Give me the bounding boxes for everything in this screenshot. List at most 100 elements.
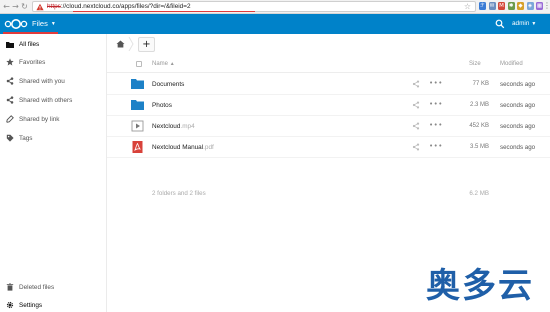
forward-icon[interactable]: → — [11, 1, 20, 13]
table-summary: 2 folders and 2 files 6.2 MB — [107, 183, 550, 203]
url-protocol: https — [47, 3, 61, 10]
table-header: Name ▲ Size Modified — [107, 55, 550, 73]
share-icon — [6, 77, 14, 85]
file-size: 2.3 MB — [469, 102, 489, 108]
table-row[interactable]: Nextcloud Manual.pdf ••• 3.5 MB seconds … — [107, 137, 550, 158]
app-header: Files ▼ admin ▼ — [0, 14, 550, 34]
file-name[interactable]: Photos — [152, 102, 172, 109]
file-name[interactable]: Documents — [152, 81, 184, 88]
watermark: 奥多云 — [426, 266, 534, 306]
nextcloud-logo-icon[interactable] — [4, 18, 28, 30]
file-modified: seconds ago — [500, 102, 536, 109]
file-name-base: Documents — [152, 81, 185, 88]
file-extension: .mp4 — [180, 123, 195, 130]
share-icon[interactable] — [412, 101, 420, 109]
address-bar[interactable]: https://cloud.nextcloud.co/apps/files/?d… — [32, 1, 476, 13]
warning-icon — [36, 3, 44, 11]
video-file-icon — [131, 120, 144, 132]
file-modified: seconds ago — [500, 81, 536, 88]
table-row[interactable]: Nextcloud.mp4 ••• 452 KB seconds ago — [107, 116, 550, 137]
sidebar-item-label: Deleted files — [19, 283, 55, 291]
column-size-header[interactable]: Size — [469, 61, 481, 67]
bookmark-icon[interactable]: ℱ — [479, 2, 486, 10]
app-menu-button[interactable]: Files ▼ — [32, 19, 56, 28]
file-name-base: Photos — [152, 102, 172, 109]
browser-menu-icon[interactable]: ⋮ — [543, 1, 550, 10]
sidebar-item-label: Settings — [19, 301, 43, 309]
more-actions-icon[interactable]: ••• — [429, 100, 443, 108]
folder-icon — [6, 40, 14, 48]
reload-icon[interactable]: ↻ — [20, 1, 29, 13]
gear-icon — [6, 301, 14, 309]
sidebar-item-deleted-files[interactable]: Deleted files — [0, 278, 106, 296]
file-name[interactable]: Nextcloud.mp4 — [152, 123, 195, 130]
sidebar: All files Favorites Shared with you Shar… — [0, 34, 107, 312]
mail-icon[interactable]: ✉ — [488, 2, 496, 10]
caret-down-icon: ▼ — [531, 20, 537, 27]
shield-icon[interactable]: ◆ — [517, 2, 524, 10]
table-row[interactable]: Photos ••• 2.3 MB seconds ago — [107, 95, 550, 116]
folder-icon — [131, 79, 144, 89]
url-highlight — [73, 11, 255, 13]
more-actions-icon[interactable]: ••• — [429, 79, 443, 87]
sidebar-item-label: Shared with others — [19, 96, 73, 104]
gmail-icon[interactable]: M — [498, 2, 505, 10]
select-all-checkbox[interactable] — [136, 61, 142, 67]
share-icon[interactable] — [412, 80, 420, 88]
sidebar-item-label: Shared by link — [19, 115, 60, 123]
user-menu[interactable]: admin ▼ — [512, 20, 536, 27]
column-modified-header[interactable]: Modified — [500, 61, 523, 67]
puzzle-icon[interactable]: ✱ — [507, 2, 515, 10]
folder-icon — [131, 100, 144, 110]
sidebar-item-label: Favorites — [19, 58, 46, 66]
link-icon — [6, 115, 14, 123]
sidebar-item-label: Tags — [19, 134, 33, 142]
sidebar-item-settings[interactable]: Settings — [0, 296, 106, 312]
summary-size: 6.2 MB — [469, 190, 489, 197]
breadcrumb: + — [107, 34, 550, 55]
more-actions-icon[interactable]: ••• — [429, 142, 443, 150]
file-size: 452 KB — [469, 123, 489, 129]
more-actions-icon[interactable]: ••• — [429, 121, 443, 129]
column-name-label: Name — [152, 61, 169, 67]
summary-count: 2 folders and 2 files — [152, 190, 206, 197]
url-text: https://cloud.nextcloud.co/apps/files/?d… — [47, 3, 191, 10]
file-modified: seconds ago — [500, 144, 536, 151]
file-modified: seconds ago — [500, 123, 536, 130]
file-size: 77 KB — [472, 81, 489, 87]
sidebar-item-shared-with-you[interactable]: Shared with you — [0, 72, 106, 90]
back-icon[interactable]: ← — [2, 1, 11, 13]
breadcrumb-separator-icon — [128, 37, 134, 51]
file-size: 3.5 MB — [469, 144, 489, 150]
user-name-label: admin — [512, 20, 530, 27]
dropbox-icon[interactable]: ◈ — [526, 2, 534, 10]
search-icon[interactable] — [495, 19, 505, 29]
sort-arrow-icon: ▲ — [169, 61, 175, 67]
file-name-base: Nextcloud — [152, 123, 181, 130]
file-name-base: Nextcloud Manual — [152, 144, 204, 151]
share-icon[interactable] — [412, 122, 420, 130]
app-name-label: Files — [32, 19, 48, 28]
url-path: ://cloud.nextcloud.co/apps/files/?dir=/&… — [60, 3, 191, 10]
home-icon[interactable] — [116, 40, 125, 48]
new-file-button[interactable]: + — [138, 37, 155, 52]
star-icon — [6, 58, 14, 66]
file-name[interactable]: Nextcloud Manual.pdf — [152, 144, 214, 151]
column-name-header[interactable]: Name ▲ — [152, 61, 175, 67]
grid-icon[interactable]: ▦ — [536, 2, 543, 10]
sidebar-item-shared-by-link[interactable]: Shared by link — [0, 110, 106, 128]
pdf-file-icon — [132, 141, 143, 153]
sidebar-item-favorites[interactable]: Favorites — [0, 53, 106, 71]
share-icon[interactable] — [412, 143, 420, 151]
tag-icon — [6, 134, 14, 142]
sidebar-item-shared-with-others[interactable]: Shared with others — [0, 91, 106, 109]
sidebar-item-label: All files — [19, 40, 40, 48]
caret-down-icon: ▼ — [50, 20, 56, 27]
browser-toolbar: ← → ↻ https://cloud.nextcloud.co/apps/fi… — [0, 0, 550, 14]
bookmark-star-icon[interactable]: ☆ — [464, 2, 471, 11]
file-extension: .pdf — [203, 144, 214, 151]
sidebar-item-tags[interactable]: Tags — [0, 129, 106, 147]
share-icon — [6, 96, 14, 104]
table-row[interactable]: Documents ••• 77 KB seconds ago — [107, 74, 550, 95]
sidebar-item-all-files[interactable]: All files — [0, 35, 106, 53]
